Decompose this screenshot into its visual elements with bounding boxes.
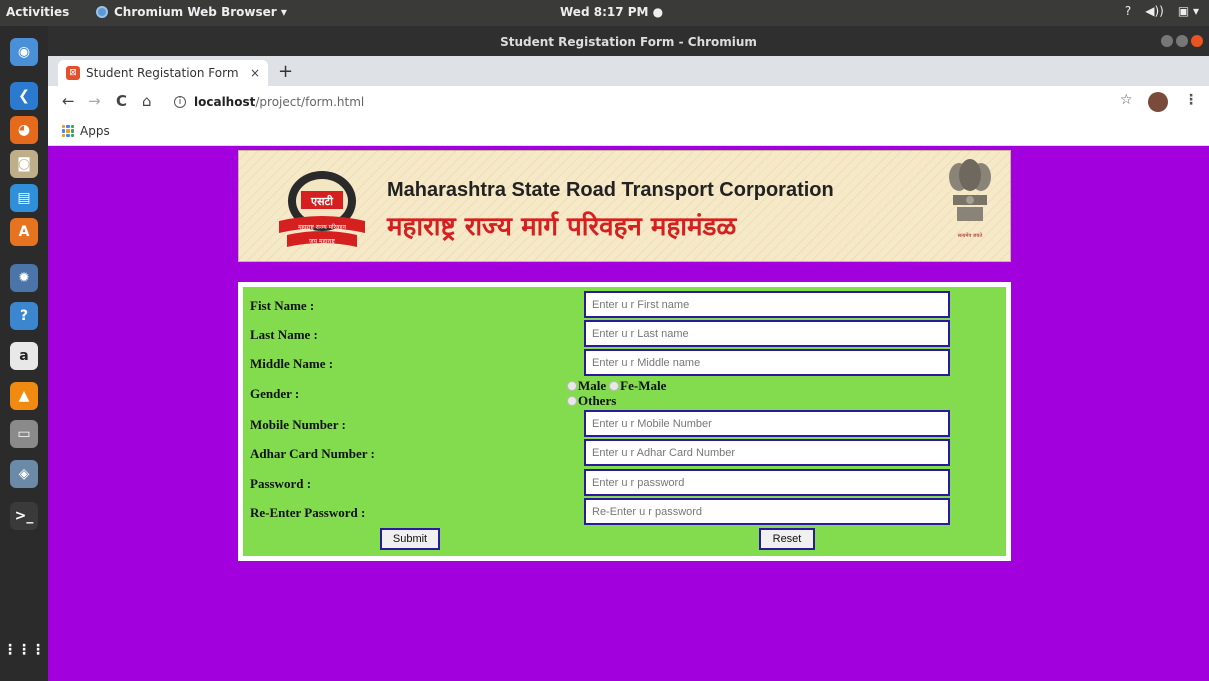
amazon-icon[interactable]: a	[10, 342, 38, 370]
forward-button[interactable]: →	[88, 92, 101, 110]
submit-button[interactable]: Submit	[380, 528, 440, 550]
browser-menu-icon[interactable]: ⋮	[1184, 92, 1198, 108]
reenter-password-label: Re-Enter Password :	[250, 505, 366, 520]
page-body: एसटी महाराष्ट्र राज्य परिवहन जय महाराष्ट…	[48, 146, 1209, 681]
password-input[interactable]	[584, 469, 950, 496]
volume-icon[interactable]: ◀))	[1145, 4, 1164, 18]
first-name-input[interactable]	[584, 291, 950, 318]
close-window-button[interactable]	[1191, 35, 1203, 47]
tab-student-form[interactable]: ⊠ Student Registation Form ×	[58, 60, 268, 86]
middle-name-input[interactable]	[584, 349, 950, 376]
screenshot-icon[interactable]: ◈	[10, 460, 38, 488]
software-center-icon[interactable]: A	[10, 218, 38, 246]
logo-bottom-text: जय महाराष्ट्र	[309, 238, 335, 245]
gender-options-row-1: Male Fe-Male	[567, 378, 666, 394]
gender-female-label: Fe-Male	[620, 378, 667, 393]
help-icon[interactable]: ?	[10, 302, 38, 330]
banner-english-title: Maharashtra State Road Transport Corpora…	[387, 179, 834, 201]
url-host: localhost	[194, 95, 256, 109]
last-name-label: Last Name :	[250, 327, 318, 342]
mobile-number-label: Mobile Number :	[250, 417, 346, 432]
gender-others-radio[interactable]	[567, 396, 577, 406]
home-button[interactable]: ⌂	[142, 92, 152, 110]
tab-close-icon[interactable]: ×	[250, 66, 260, 80]
msrtc-banner: एसटी महाराष्ट्र राज्य परिवहन जय महाराष्ट…	[238, 150, 1011, 262]
vlc-icon[interactable]: ▲	[10, 382, 38, 410]
url-path: /project/form.html	[255, 95, 365, 109]
show-apps-icon[interactable]: ⋮⋮⋮	[3, 636, 45, 664]
gender-others-label: Others	[578, 393, 617, 408]
reenter-password-input[interactable]	[584, 498, 950, 525]
profile-avatar[interactable]	[1148, 92, 1168, 112]
launcher-dock: ◉ ❮ ◕ ◙ ▤ A ✹? a ▲ ▭ ◈ >_ ⋮⋮⋮	[0, 26, 48, 681]
mobile-number-input[interactable]	[584, 410, 950, 437]
banner-marathi-title: महाराष्ट्र राज्य मार्ग परिवहन महामंडळ	[387, 212, 737, 242]
system-tray[interactable]: ? ◀)) ▣ ▾	[1125, 4, 1199, 18]
browser-toolbar: ← → C ⌂ i localhost/project/form.html ☆ …	[48, 86, 1209, 118]
minimize-button[interactable]	[1161, 35, 1173, 47]
address-bar[interactable]: i localhost/project/form.html	[168, 90, 1148, 114]
back-button[interactable]: ←	[62, 92, 75, 110]
chromium-icon[interactable]: ◉	[10, 38, 38, 66]
site-info-icon[interactable]: i	[174, 96, 186, 108]
apps-label: Apps	[80, 124, 110, 138]
bookmarks-bar: Apps	[48, 118, 1209, 146]
registration-form: Fist Name : Last Name : Middle Name : Ge…	[238, 282, 1011, 561]
document-icon[interactable]: ▤	[10, 184, 38, 212]
password-label: Password :	[250, 476, 312, 491]
gender-male-radio[interactable]	[567, 381, 577, 391]
camera-icon[interactable]: ◙	[10, 150, 38, 178]
vscode-icon[interactable]: ❮	[10, 82, 38, 110]
help-tray-icon[interactable]: ?	[1125, 4, 1131, 18]
last-name-input[interactable]	[584, 320, 950, 347]
favicon-icon: ⊠	[66, 66, 80, 80]
firefox-icon[interactable]: ◕	[10, 116, 38, 144]
tab-strip: ⊠ Student Registation Form × +	[48, 56, 1209, 86]
emblem-caption: सत्यमेव जयते	[957, 233, 983, 239]
middle-name-label: Middle Name :	[250, 356, 334, 371]
first-name-label: Fist Name :	[250, 298, 315, 313]
adhar-number-label: Adhar Card Number :	[250, 446, 375, 461]
chromium-icon	[96, 6, 108, 18]
power-menu-icon[interactable]: ▣ ▾	[1178, 4, 1199, 18]
apps-shortcut[interactable]: Apps	[62, 124, 110, 138]
msrtc-logo: एसटी महाराष्ट्र राज्य परिवहन जय महाराष्ट…	[279, 171, 365, 247]
apps-grid-icon	[62, 125, 74, 137]
form-panel: Fist Name : Last Name : Middle Name : Ge…	[243, 287, 1006, 556]
settings-icon[interactable]: ✹	[10, 264, 38, 292]
system-top-bar: Activities Chromium Web Browser ▾ Wed 8:…	[0, 0, 1209, 26]
reload-button[interactable]: C	[116, 92, 127, 110]
gender-options-row-2: Others	[567, 393, 616, 409]
files-icon[interactable]: ▭	[10, 420, 38, 448]
maximize-button[interactable]	[1176, 35, 1188, 47]
adhar-number-input[interactable]	[584, 439, 950, 466]
window-title: Student Registation Form - Chromium	[500, 35, 757, 49]
app-menu[interactable]: Chromium Web Browser ▾	[96, 5, 287, 19]
logo-text: एसटी	[310, 194, 334, 208]
new-tab-button[interactable]: +	[278, 61, 293, 82]
window-controls	[1161, 35, 1203, 47]
reset-button[interactable]: Reset	[759, 528, 815, 550]
terminal-icon[interactable]: >_	[10, 502, 38, 530]
logo-band-text: महाराष्ट्र राज्य परिवहन	[298, 223, 347, 231]
clock[interactable]: Wed 8:17 PM ●	[560, 5, 663, 19]
national-emblem-icon	[949, 159, 991, 221]
gender-male-label: Male	[578, 378, 607, 393]
window-title-bar: Student Registation Form - Chromium	[48, 26, 1209, 56]
gender-female-radio[interactable]	[609, 381, 620, 391]
activities-button[interactable]: Activities	[6, 5, 69, 19]
tab-label: Student Registation Form	[86, 66, 239, 80]
gender-label: Gender :	[250, 386, 300, 401]
app-menu-label: Chromium Web Browser ▾	[114, 5, 287, 19]
bookmark-star-icon[interactable]: ☆	[1120, 92, 1133, 108]
